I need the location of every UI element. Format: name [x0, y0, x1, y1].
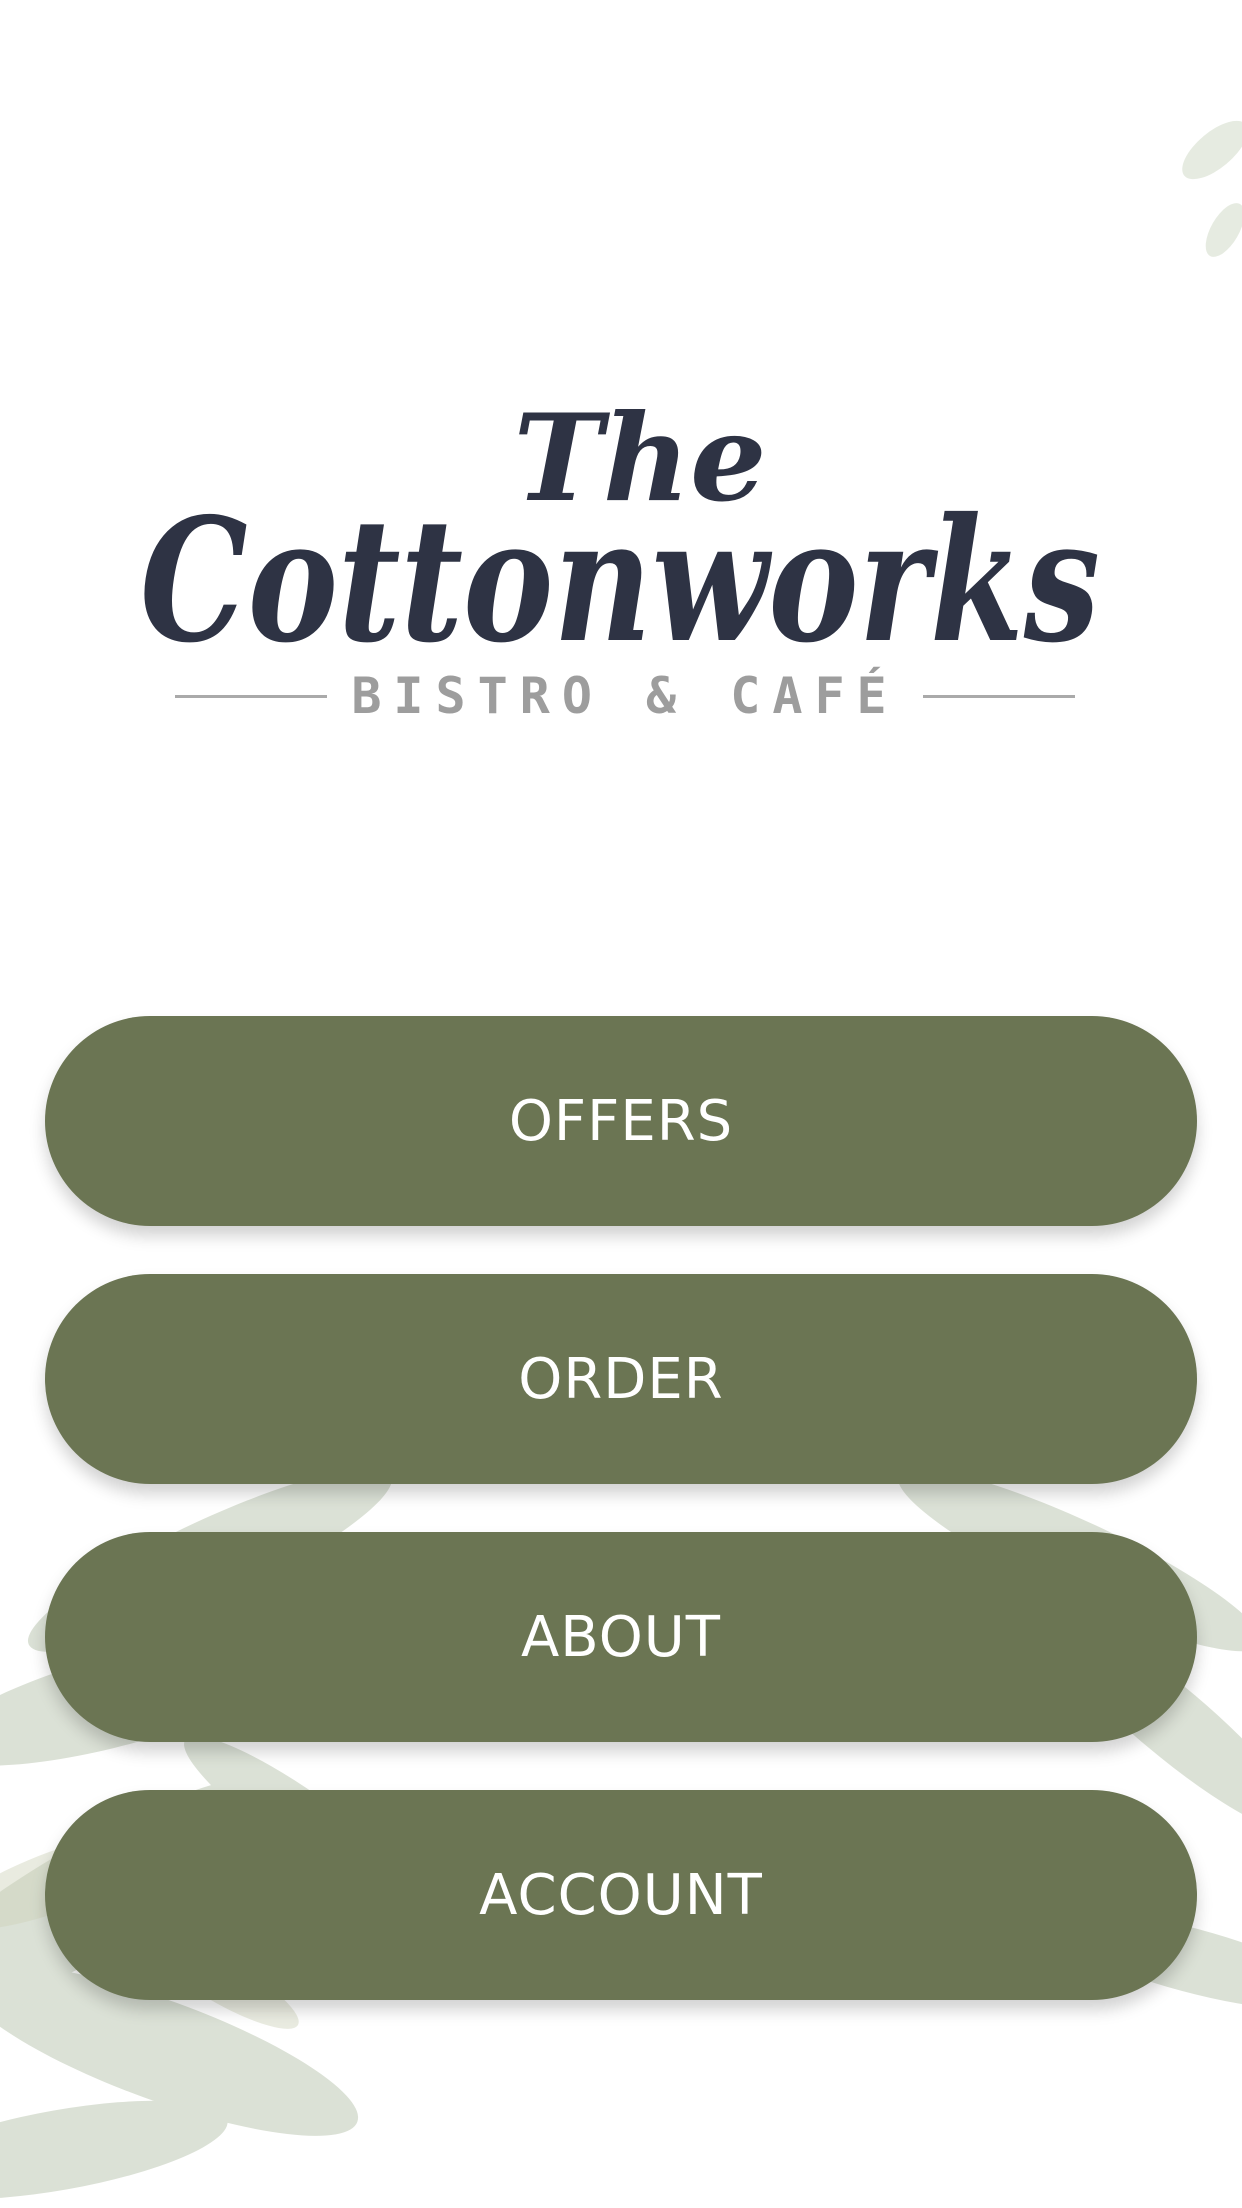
brand-logo: The Cottonworks BISTRO & CAFÉ — [120, 370, 1120, 740]
logo-rule-right — [922, 694, 1075, 698]
main-menu: OFFERS ORDER ABOUT ACCOUNT — [45, 1016, 1197, 2048]
logo-tagline: BISTRO & CAFÉ — [175, 666, 1075, 726]
offers-button[interactable]: OFFERS — [45, 1016, 1197, 1226]
account-button[interactable]: ACCOUNT — [45, 1790, 1197, 2000]
logo-script-cottonworks: Cottonworks — [140, 481, 1100, 670]
logo-tagline-text: BISTRO & CAFÉ — [351, 667, 899, 725]
order-button[interactable]: ORDER — [45, 1274, 1197, 1484]
about-button[interactable]: ABOUT — [45, 1532, 1197, 1742]
logo-rule-left — [175, 694, 328, 698]
logo-script: The Cottonworks — [140, 388, 1100, 670]
